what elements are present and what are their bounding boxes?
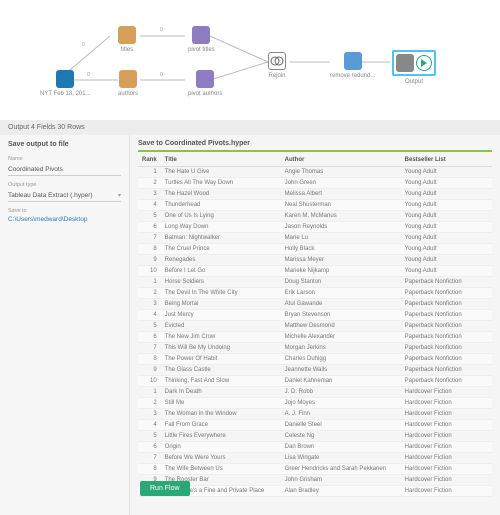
clean-icon <box>344 52 362 70</box>
node-pivot-titles[interactable]: pivot titles <box>188 26 215 53</box>
flow-canvas[interactable]: 0 0 0 0 NYT Feb 18, 201... titles author… <box>0 0 500 120</box>
table-row[interactable]: 5One of Us Is LyingKaren M. McManusYoung… <box>138 211 492 222</box>
table-row[interactable]: 5EvictedMatthew DesmondPaperback Nonfict… <box>138 321 492 332</box>
node-label: authors <box>118 91 138 97</box>
table-row[interactable]: 3Being MortalAtul GawandePaperback Nonfi… <box>138 299 492 310</box>
node-rejoin[interactable]: Rejoin <box>268 52 286 79</box>
field-label: Output type <box>8 182 121 188</box>
join-icon <box>268 52 286 70</box>
node-pivot-authors[interactable]: pivot authors <box>188 70 222 97</box>
name-field[interactable]: Name Coordinated Pivots <box>8 156 121 176</box>
table-row[interactable]: 6Long Way DownJason ReynoldsYoung Adult <box>138 222 492 233</box>
table-row[interactable]: 8The Cruel PrinceHolly BlackYoung Adult <box>138 244 492 255</box>
table-row[interactable]: 2Turtles All The Way DownJohn GreenYoung… <box>138 178 492 189</box>
output-icon <box>396 54 414 72</box>
node-label: pivot authors <box>188 91 222 97</box>
accent-bar <box>138 150 492 152</box>
table-row[interactable]: 1The Hate U GiveAngie ThomasYoung Adult <box>138 167 492 178</box>
preview-pane: Save to Coordinated Pivots.hyper Rank Ti… <box>130 135 500 515</box>
node-authors[interactable]: authors <box>118 70 138 97</box>
table-row[interactable]: 7Batman: NightwalkerMarie LuYoung Adult <box>138 233 492 244</box>
node-label: titles <box>121 47 133 53</box>
chevron-down-icon: ▾ <box>118 192 121 199</box>
preview-title: Save to Coordinated Pivots.hyper <box>130 135 500 150</box>
name-input[interactable]: Coordinated Pivots <box>8 166 63 173</box>
save-path-link[interactable]: C:\Users\medward\Desktop <box>8 216 121 223</box>
node-label: pivot titles <box>188 47 215 53</box>
table-row[interactable]: 6The New Jim CrowMichelle AlexanderPaper… <box>138 332 492 343</box>
col-list[interactable]: Bestseller List <box>401 154 492 167</box>
table-row[interactable]: 10Before I Let GoMarieke NijkampYoung Ad… <box>138 266 492 277</box>
table-row[interactable]: 1Dark In DeathJ. D. RobbHardcover Fictio… <box>138 387 492 398</box>
badge: 0 <box>158 72 165 78</box>
output-header: Output 4 Fields 30 Rows <box>0 120 500 135</box>
col-title[interactable]: Title <box>161 154 281 167</box>
node-clean[interactable]: remove redund... <box>330 52 375 79</box>
table-row[interactable]: 10Thinking, Fast And SlowDaniel Kahneman… <box>138 376 492 387</box>
badge: 0 <box>80 42 87 48</box>
node-label: NYT Feb 18, 201... <box>40 91 91 97</box>
node-output[interactable]: Output <box>392 50 436 85</box>
node-label: Rejoin <box>268 73 285 79</box>
field-label: Save to <box>8 208 121 214</box>
table-row[interactable]: 1Horse SoldiersDoug StantonPaperback Non… <box>138 277 492 288</box>
grid-icon <box>119 70 137 88</box>
table-row[interactable]: 3The Hazel WoodMelissa AlbertYoung Adult <box>138 189 492 200</box>
table-row[interactable]: 9The Glass CastleJeannette WallsPaperbac… <box>138 365 492 376</box>
col-author[interactable]: Author <box>281 154 401 167</box>
badge: 0 <box>158 27 165 33</box>
table-row[interactable]: 4ThunderheadNeal ShustermanYoung Adult <box>138 200 492 211</box>
table-row[interactable]: 6OriginDan BrownHardcover Fiction <box>138 442 492 453</box>
table-row[interactable]: 8The Power Of HabitCharles DuhiggPaperba… <box>138 354 492 365</box>
play-icon[interactable] <box>416 55 432 71</box>
node-titles[interactable]: titles <box>118 26 136 53</box>
database-icon <box>56 70 74 88</box>
sidebar-heading: Save output to file <box>8 141 121 148</box>
pivot-icon <box>192 26 210 44</box>
run-flow-button[interactable]: Run Flow <box>140 481 190 496</box>
table-row[interactable]: 9The Rooster BarJohn GrishamHardcover Fi… <box>138 475 492 486</box>
table-row[interactable]: 9RenegadesMarissa MeyerYoung Adult <box>138 255 492 266</box>
saveto-field: Save to C:\Users\medward\Desktop <box>8 208 121 223</box>
col-rank[interactable]: Rank <box>138 154 161 167</box>
table-row[interactable]: 4Just MercyBryan StevensonPaperback Nonf… <box>138 310 492 321</box>
table-row[interactable]: 7Before We Were YoursLisa WingateHardcov… <box>138 453 492 464</box>
table-row[interactable]: 5Little Fires EverywhereCeleste NgHardco… <box>138 431 492 442</box>
table-row[interactable]: 7This Will Be My UndoingMorgan JerkinsPa… <box>138 343 492 354</box>
node-label: Output <box>405 79 423 85</box>
node-source[interactable]: NYT Feb 18, 201... <box>40 70 91 97</box>
output-sidebar: Save output to file Name Coordinated Piv… <box>0 135 130 515</box>
type-field[interactable]: Output type Tableau Data Extract (.hyper… <box>8 182 121 202</box>
pivot-icon <box>196 70 214 88</box>
table-row[interactable]: 2The Devil In The White CityErik LarsonP… <box>138 288 492 299</box>
table-row[interactable]: 8The Wife Between UsGreer Hendricks and … <box>138 464 492 475</box>
grid-icon <box>118 26 136 44</box>
table-row[interactable]: 3The Woman in the WindowA. J. FinnHardco… <box>138 409 492 420</box>
table-row[interactable]: 10The Grave's a Fine and Private PlaceAl… <box>138 486 492 497</box>
type-select[interactable]: Tableau Data Extract (.hyper) <box>8 192 93 199</box>
output-selected <box>392 50 436 76</box>
preview-table: Rank Title Author Bestseller List 1The H… <box>138 154 492 497</box>
node-label: remove redund... <box>330 73 375 79</box>
field-label: Name <box>8 156 121 162</box>
table-row[interactable]: 2Still MeJojo MoyesHardcover Fiction <box>138 398 492 409</box>
table-row[interactable]: 4Fall From GraceDanielle SteelHardcover … <box>138 420 492 431</box>
